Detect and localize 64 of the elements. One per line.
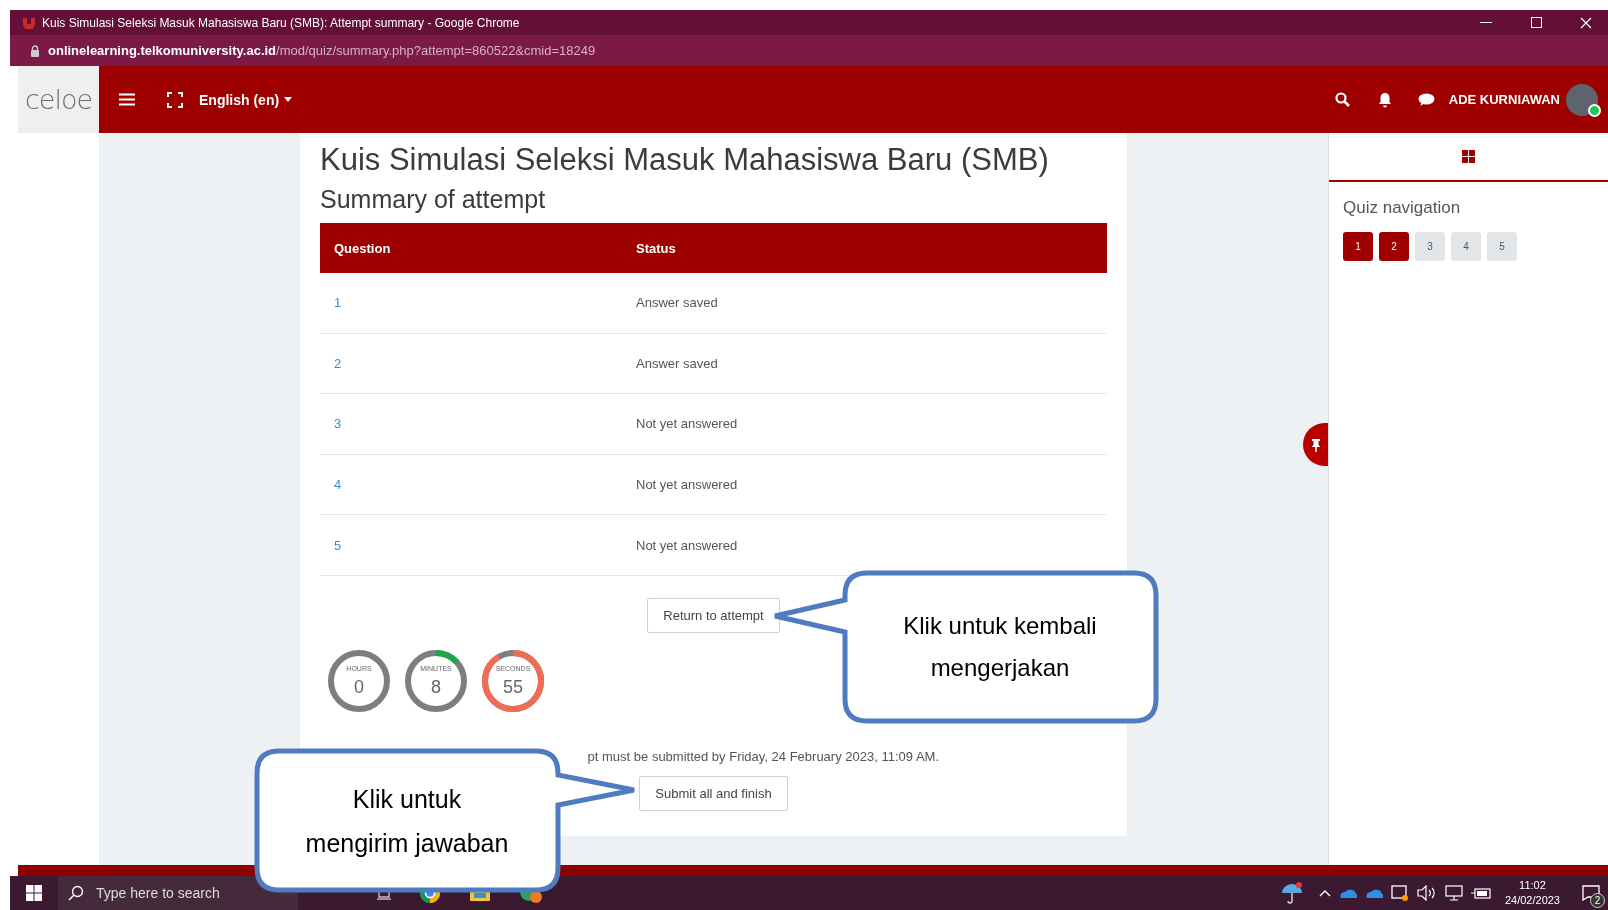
status-cell: Not yet answered bbox=[622, 393, 1107, 455]
timer-value: 0 bbox=[353, 676, 365, 697]
bell-icon[interactable] bbox=[1377, 91, 1392, 108]
address-bar-url[interactable]: onlinelearning.telkomuniversity.ac.id/mod/quiz/summary.php?attempt=860522&cmid=18249 bbox=[48, 43, 596, 58]
display-icon[interactable] bbox=[1390, 884, 1409, 902]
window-title: Kuis Simulasi Seleksi Masuk Mahasiswa Baru (SMB): Attempt summary - Google Chrome bbox=[42, 15, 521, 30]
question-link[interactable]: 2 bbox=[334, 355, 342, 371]
taskbar-search-input[interactable]: Type here to search bbox=[94, 884, 298, 902]
network-icon[interactable] bbox=[1444, 885, 1463, 901]
menu-icon[interactable] bbox=[119, 93, 135, 106]
question-nav-button[interactable]: 2 bbox=[1379, 232, 1409, 261]
status-cell: Not yet answered bbox=[622, 454, 1107, 515]
maximize-icon bbox=[1530, 17, 1542, 28]
countdown-ring bbox=[328, 649, 390, 712]
online-status-dot bbox=[1588, 103, 1601, 117]
minimize-icon bbox=[1480, 21, 1492, 24]
countdown-ring bbox=[482, 649, 544, 712]
notification-count: 2 bbox=[1590, 893, 1605, 908]
timer-value: 55 bbox=[502, 676, 524, 697]
close-icon bbox=[1580, 16, 1592, 29]
question-nav-button[interactable]: 1 bbox=[1343, 232, 1373, 261]
chat-icon[interactable] bbox=[1417, 92, 1435, 107]
site-favicon-icon bbox=[22, 16, 36, 29]
cloud-icon[interactable] bbox=[1338, 888, 1357, 898]
timer-value: 8 bbox=[430, 676, 442, 697]
user-avatar[interactable] bbox=[1566, 83, 1598, 116]
question-nav-button[interactable]: 3 bbox=[1415, 232, 1445, 261]
callout-text: Klik untuk mengirim jawaban bbox=[304, 784, 510, 859]
deadline-text: pt must be submitted by Friday, 24 February 2023, 11:09 AM. bbox=[587, 748, 939, 764]
column-header: Question bbox=[320, 223, 622, 273]
notification-button[interactable]: 2 bbox=[1574, 876, 1608, 910]
umbrella-weather-icon[interactable] bbox=[1280, 882, 1303, 904]
lock-icon bbox=[30, 44, 40, 57]
pin-button[interactable] bbox=[1303, 423, 1328, 466]
chevron-up-icon[interactable] bbox=[1318, 889, 1331, 897]
clock-date[interactable]: 24/02/2023 bbox=[1504, 893, 1560, 908]
column-header: Status bbox=[622, 223, 1107, 273]
submit-button[interactable]: Submit all and finish bbox=[639, 775, 788, 811]
pin-icon bbox=[1310, 437, 1321, 452]
quiz-title: Kuis Simulasi Seleksi Masuk Mahasiswa Baru (SMB) bbox=[320, 141, 1050, 179]
countdown-ring bbox=[405, 649, 467, 712]
search-icon bbox=[68, 885, 84, 901]
status-cell: Answer saved bbox=[622, 333, 1107, 394]
search-icon[interactable] bbox=[1334, 92, 1350, 107]
fullscreen-icon[interactable] bbox=[167, 91, 183, 108]
taskbar-search-field[interactable]: Type here to search bbox=[58, 876, 298, 910]
language-menu[interactable]: English (en) bbox=[199, 91, 293, 108]
speaker-icon[interactable] bbox=[1416, 885, 1437, 901]
callout-text: Klik untuk kembali mengerjakan bbox=[902, 611, 1098, 683]
page-subtitle: Summary of attempt bbox=[320, 184, 547, 214]
question-link[interactable]: 5 bbox=[334, 537, 342, 553]
site-logo[interactable]: celoe bbox=[18, 66, 99, 133]
clock-time[interactable]: 11:02 bbox=[1519, 878, 1546, 893]
battery-icon[interactable] bbox=[1470, 887, 1491, 899]
grid-icon[interactable] bbox=[1462, 150, 1475, 163]
quiz-navigation-title: Quiz navigation bbox=[1343, 198, 1462, 218]
return-button[interactable]: Return to attempt bbox=[647, 597, 780, 633]
question-nav-button[interactable]: 5 bbox=[1487, 232, 1517, 261]
question-nav-button[interactable]: 4 bbox=[1451, 232, 1481, 261]
question-link[interactable]: 3 bbox=[334, 416, 342, 432]
status-cell: Answer saved bbox=[622, 273, 1107, 334]
user-name[interactable]: ADE KURNIAWAN bbox=[1448, 92, 1560, 107]
cloud-icon[interactable] bbox=[1364, 888, 1383, 898]
caret-icon bbox=[284, 97, 293, 102]
